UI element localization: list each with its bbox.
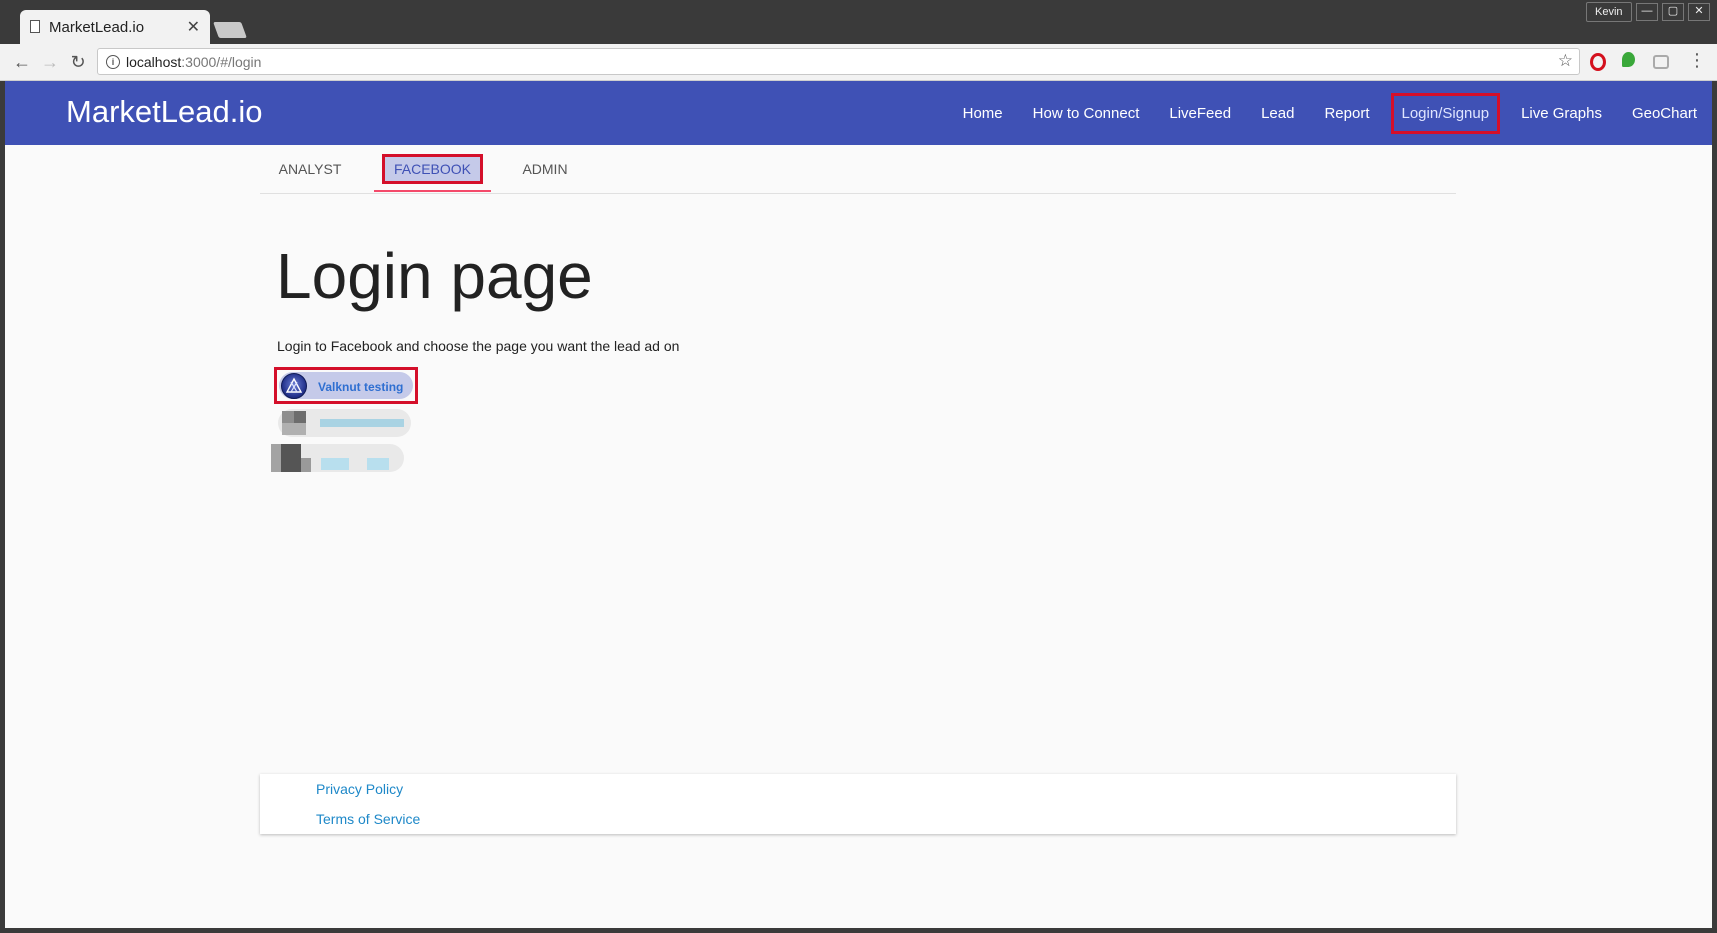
star-icon[interactable]: ☆ bbox=[1558, 51, 1573, 71]
nav-report[interactable]: Report bbox=[1309, 105, 1384, 122]
window-close-button[interactable]: ✕ bbox=[1688, 3, 1710, 21]
browser-toolbar: ← → ↻ i localhost:3000/#/login ☆ ⋮ bbox=[0, 44, 1717, 81]
redacted-block bbox=[281, 444, 301, 472]
page-viewport: MarketLead.io Home How to Connect LiveFe… bbox=[5, 81, 1712, 928]
redacted-page-item[interactable] bbox=[278, 409, 411, 437]
opera-icon[interactable] bbox=[1590, 53, 1606, 71]
tab-facebook[interactable]: FACEBOOK bbox=[374, 145, 491, 193]
login-instructions: Login to Facebook and choose the page yo… bbox=[277, 338, 680, 354]
browser-tab-title: MarketLead.io bbox=[49, 19, 145, 36]
nav-how-to-connect[interactable]: How to Connect bbox=[1018, 105, 1155, 122]
facebook-page-label: Valknut testing bbox=[318, 380, 404, 394]
redacted-block bbox=[271, 444, 281, 472]
info-icon[interactable]: i bbox=[106, 55, 120, 69]
profile-button[interactable]: Kevin bbox=[1586, 2, 1632, 22]
minimize-button[interactable]: — bbox=[1636, 3, 1658, 21]
menu-icon[interactable]: ⋮ bbox=[1688, 50, 1706, 71]
nav-login-signup[interactable]: Login/Signup bbox=[1390, 92, 1501, 134]
nav-livefeed[interactable]: LiveFeed bbox=[1154, 105, 1246, 122]
valknut-avatar-icon bbox=[281, 373, 307, 399]
redacted-block bbox=[320, 419, 404, 427]
new-tab-button[interactable] bbox=[213, 22, 247, 38]
url-text[interactable]: localhost:3000/#/login bbox=[126, 54, 261, 70]
close-icon[interactable]: ✕ bbox=[187, 17, 200, 37]
address-bar[interactable]: i localhost:3000/#/login ☆ bbox=[97, 48, 1580, 75]
privacy-policy-link[interactable]: Privacy Policy bbox=[316, 781, 403, 797]
redacted-block bbox=[321, 458, 349, 470]
incognito-icon[interactable] bbox=[1653, 55, 1669, 69]
redacted-block bbox=[294, 411, 306, 423]
redacted-block bbox=[282, 423, 306, 435]
page-icon bbox=[30, 20, 40, 33]
url-path: :3000/#/login bbox=[181, 54, 262, 70]
tab-facebook-label: FACEBOOK bbox=[381, 154, 484, 184]
ghostery-icon[interactable] bbox=[1622, 52, 1635, 67]
tab-admin-label: ADMIN bbox=[522, 161, 568, 177]
redacted-block bbox=[301, 458, 311, 472]
redacted-block bbox=[282, 411, 294, 423]
tab-indicator bbox=[374, 190, 491, 192]
nav-live-graphs[interactable]: Live Graphs bbox=[1506, 105, 1617, 122]
page-title: Login page bbox=[276, 240, 593, 312]
nav-lead[interactable]: Lead bbox=[1246, 105, 1309, 122]
nav-geochart[interactable]: GeoChart bbox=[1617, 105, 1712, 122]
reload-icon[interactable]: ↻ bbox=[66, 50, 90, 74]
app-header: MarketLead.io Home How to Connect LiveFe… bbox=[5, 81, 1712, 145]
maximize-button[interactable]: ▢ bbox=[1662, 3, 1684, 21]
brand-logo[interactable]: MarketLead.io bbox=[66, 94, 262, 130]
facebook-page-button[interactable]: Valknut testing bbox=[274, 367, 418, 404]
tab-admin[interactable]: ADMIN bbox=[505, 145, 585, 193]
forward-icon[interactable]: → bbox=[38, 50, 62, 74]
back-icon[interactable]: ← bbox=[10, 50, 34, 74]
tab-analyst-label: ANALYST bbox=[278, 161, 342, 177]
role-tabs: ANALYST FACEBOOK ADMIN bbox=[260, 145, 1456, 194]
terms-of-service-link[interactable]: Terms of Service bbox=[316, 811, 420, 827]
page-footer: Privacy Policy Terms of Service bbox=[260, 774, 1456, 834]
nav-home[interactable]: Home bbox=[948, 105, 1018, 122]
window-bottom-border bbox=[0, 928, 1717, 933]
browser-titlebar: MarketLead.io ✕ Kevin — ▢ ✕ bbox=[0, 0, 1717, 44]
tab-analyst[interactable]: ANALYST bbox=[260, 145, 360, 193]
main-nav: Home How to Connect LiveFeed Lead Report… bbox=[948, 81, 1712, 145]
browser-tab[interactable]: MarketLead.io ✕ bbox=[20, 10, 210, 44]
redacted-block bbox=[367, 458, 389, 470]
url-host: localhost bbox=[126, 54, 182, 70]
redacted-page-item[interactable] bbox=[271, 444, 404, 472]
